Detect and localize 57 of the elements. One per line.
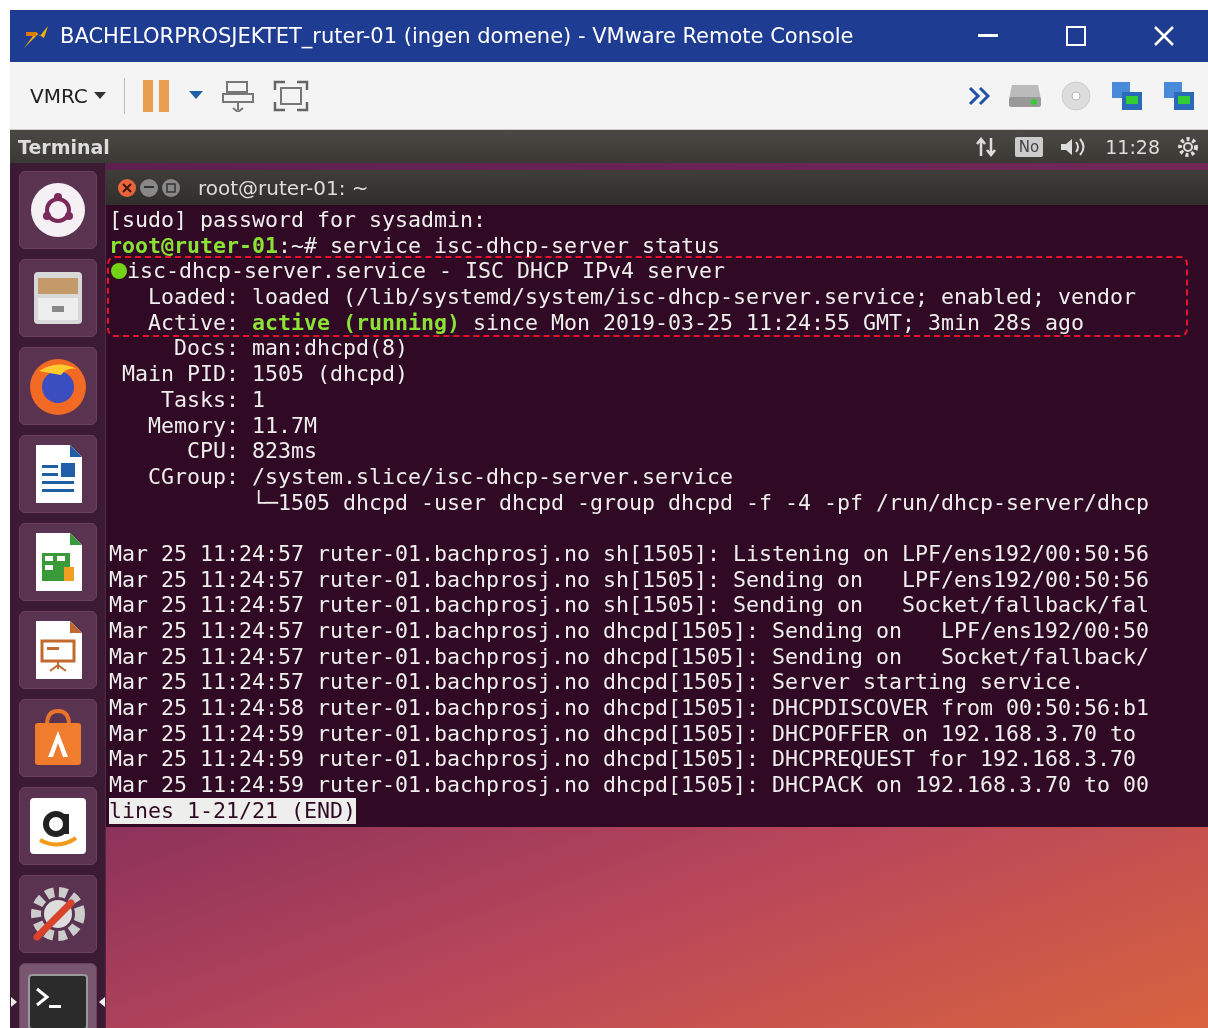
terminal-line: [sudo] password for sysadmin: [109,207,486,233]
shell-prompt: root@ruter-01 [109,232,278,259]
window-title: BACHELORPROSJEKTET_ruter-01 (ingen domene) - VMware Remote Console [60,24,855,48]
terminal-line: Mar 25 11:24:57 ruter-01.bachprosj.no sh[1505]: Listening on LPF/ens192/00:50:56 [109,540,1150,567]
terminal-line: Mar 25 11:24:57 ruter-01.bachprosj.no sh[1505]: Sending on Socket/fallback/fal [109,592,1150,618]
launcher-item[interactable] [18,963,97,1028]
terminal-line: └─1505 dhcpd -user dhcpd -group dhcpd -f -4 -pf /run/dhcp-server/dhcp [251,489,1150,516]
terminal-line: Active: [147,309,240,336]
vmrc-menu-button[interactable]: VMRC [26,79,110,112]
terminal-line: Mar 25 11:24:58 ruter-01.bachprosj.no dhcpd[1505]: DHCPDISCOVER from 00:50:56:b1 [109,695,1150,721]
pager-status: lines 1-21/21 (END) [109,797,356,824]
launcher-item[interactable] [18,611,97,689]
terminal-line: Mar 25 11:24:57 ruter-01.bachprosj.no dhcpd[1505]: Sending on Socket/fallback/ [109,643,1150,670]
launcher-item[interactable] [18,787,97,865]
terminal-line: Mar 25 11:24:57 ruter-01.bachprosj.no dhcpd[1505]: Server starting service. [109,669,1085,696]
launcher-item[interactable] [18,523,97,601]
amazon-icon [27,796,88,856]
maximize-icon [166,182,176,193]
clock[interactable]: 11:28 [1105,135,1160,158]
gear-icon[interactable] [1176,134,1200,159]
terminal-line: Main PID: 1505 (dhcpd) [121,361,408,387]
minimize-icon [144,185,154,190]
launcher-item[interactable] [18,347,97,425]
minimize-button[interactable] [140,178,158,197]
launcher-item[interactable] [18,259,97,337]
active-status: active (running) [252,309,461,336]
launcher-item[interactable] [18,171,97,249]
close-icon [1153,25,1175,47]
terminal-line: CGroup: /system.slice/isc-dhcp-server.service [147,463,734,490]
terminal-line: Tasks: 1 [160,386,265,413]
terminal-line: :~# service isc-dhcp-server status [278,232,721,259]
terminal-line: Docs: man:dhcpd(8) [173,335,408,362]
terminal-line: since Mon 2019-03-25 11:24:55 GMT; 3min 28s ago [472,309,1085,336]
terminal-title: root@ruter-01: ~ [198,175,369,200]
launcher-item[interactable] [18,699,97,777]
terminal-line: Memory: 11.7M [147,412,317,439]
close-icon [122,182,132,193]
terminal-line: Mar 25 11:24:59 ruter-01.bachprosj.no dhcpd[1505]: DHCPOFFER on 192.168.3.70 to [109,720,1137,747]
terminal-line: Mar 25 11:24:59 ruter-01.bachprosj.no dhcpd[1505]: DHCPACK on 192.168.3.70 to 00 [109,772,1150,798]
terminal-line: Mar 25 11:24:57 ruter-01.bachprosj.no dhcpd[1505]: Sending on LPF/ens192/00:50 [109,618,1150,644]
terminal-line: Loaded: loaded (/lib/systemd/system/isc-dhcp-server.service; enabled; vendor [147,284,1137,310]
maximize-icon [1066,26,1086,46]
network-arrows-icon[interactable] [974,135,999,158]
terminal-line: Mar 25 11:24:57 ruter-01.bachprosj.no sh[1505]: Sending on LPF/ens192/00:50:56 [109,566,1150,593]
terminal-icon [26,973,89,1028]
caret-icon [93,91,106,100]
launcher-item[interactable] [18,875,97,953]
minimize-icon [978,34,998,38]
running-indicator-icon [98,997,105,1007]
launcher-item[interactable] [18,435,97,513]
terminal-line: Mar 25 11:24:59 ruter-01.bachprosj.no dhcpd[1505]: DHCPREQUEST for 192.168.3.70 [109,746,1137,773]
ubuntu-logo-icon [29,182,86,238]
terminal-line: CPU: 823ms [186,438,317,464]
close-button[interactable] [118,178,136,197]
app-name: Terminal [18,135,111,158]
keyboard-layout[interactable]: No [1014,136,1044,157]
terminal-line: isc-dhcp-server.service - ISC DHCP IPv4 server [127,258,726,285]
